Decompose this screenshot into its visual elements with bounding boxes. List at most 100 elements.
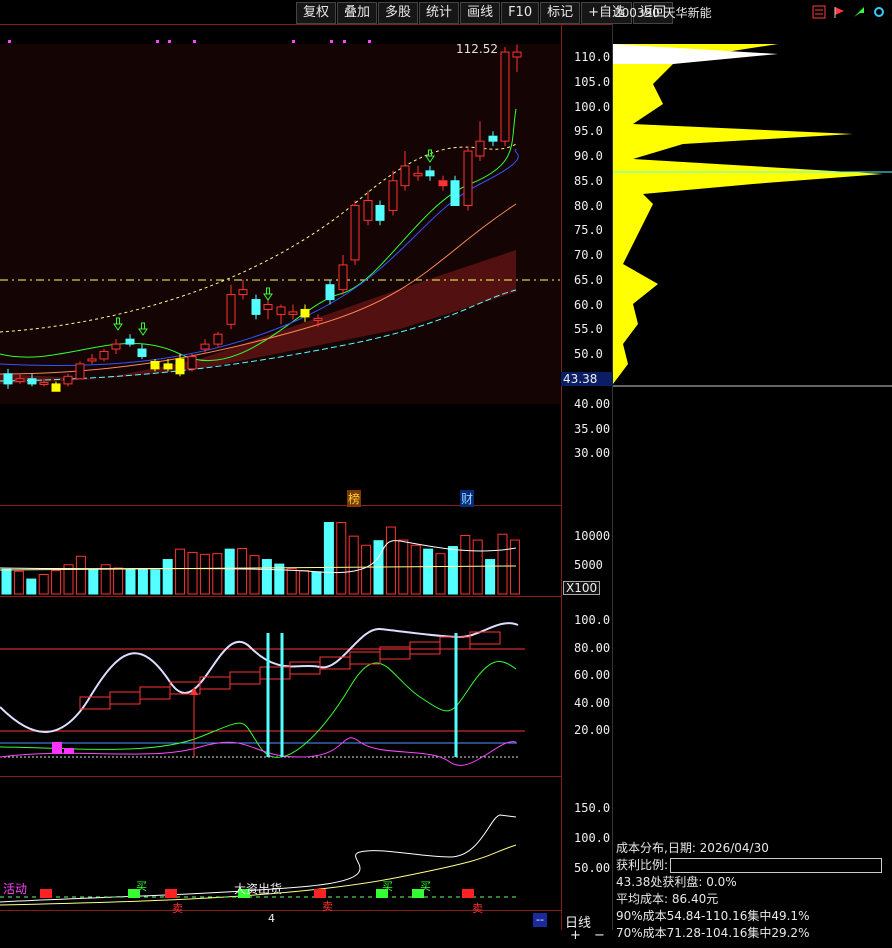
signal-block <box>165 889 177 898</box>
volume-bar <box>249 555 260 595</box>
volume-chart[interactable] <box>0 506 561 596</box>
candle-body <box>363 200 373 221</box>
high-price-label: 112.52 <box>456 42 498 56</box>
trend-box <box>109 691 141 705</box>
trend-box <box>349 651 381 665</box>
candle-body <box>413 172 423 177</box>
signal-block <box>462 889 474 898</box>
price-tick-label: 110.0 <box>574 50 611 64</box>
volume-bar <box>224 548 235 595</box>
chart-grid-icon[interactable] <box>812 5 826 19</box>
cost-profile <box>613 44 883 384</box>
dashes-button[interactable]: -- <box>533 913 547 927</box>
sell-label-1: 卖 <box>172 902 183 915</box>
volume-bar <box>88 569 99 595</box>
signal-dot <box>193 40 196 43</box>
signal-block <box>314 889 326 898</box>
current-price-tag: 43.38 <box>561 372 613 386</box>
sell-label-2: 卖 <box>322 900 333 913</box>
kdj-pink-bar <box>64 748 74 754</box>
candle-body <box>187 355 197 370</box>
candle-body <box>463 150 473 207</box>
signal-dot <box>330 40 333 43</box>
candle-body <box>475 140 485 157</box>
candle-body <box>288 311 298 315</box>
candle-body <box>200 343 210 350</box>
candle-body <box>388 180 398 211</box>
volume-tick-label: 5000 <box>574 558 603 572</box>
kdj-d-line <box>0 737 517 766</box>
date-marker: 4 <box>268 912 275 925</box>
candle-body <box>3 373 13 385</box>
restore-rights-button[interactable]: 复权 <box>296 2 337 24</box>
candle-body <box>125 338 135 345</box>
volume-bar <box>26 578 37 595</box>
finance-marker[interactable]: 财 <box>460 490 475 507</box>
stock-title: 300390 天华新能 <box>614 6 712 20</box>
zoom-out-button[interactable]: − <box>594 928 605 943</box>
kdj-tick-label: 100.0 <box>574 613 611 627</box>
volume-bar <box>237 548 248 595</box>
volume-bar <box>311 571 322 595</box>
kdj-tick-label: 40.00 <box>574 695 611 710</box>
volume-bar <box>336 522 347 595</box>
candle-body <box>350 205 360 261</box>
volume-tick-label: 10000 <box>574 529 611 543</box>
kdj-pink-bar <box>52 742 62 754</box>
signal-block <box>40 889 52 898</box>
volume-bar <box>423 548 434 595</box>
volume-bar <box>125 568 136 595</box>
candle-body <box>450 180 460 206</box>
kdj-tick-label: 20.00 <box>574 723 611 738</box>
flow-tick-label: 50.00 <box>574 861 611 875</box>
cost-title: 成本分布,日期: 2026/04/30 <box>616 841 769 855</box>
price-tick-label: 60.0 <box>574 297 603 312</box>
arrow-icon[interactable] <box>852 5 866 19</box>
kdj-chart[interactable] <box>0 597 561 776</box>
profit-ratio-label: 获利比例: <box>616 858 669 872</box>
volume-bar <box>199 553 210 595</box>
signal-dot <box>343 40 346 43</box>
cost-distribution-chart <box>613 44 892 387</box>
draw-line-button[interactable]: 画线 <box>460 2 501 24</box>
profit-ratio-bar <box>670 858 883 873</box>
volume-bar <box>51 570 62 595</box>
candlestick-chart[interactable] <box>0 24 561 505</box>
ranking-marker[interactable]: 榜 <box>347 490 362 507</box>
volume-bar <box>410 544 421 595</box>
volume-bar <box>212 553 223 595</box>
candle-body <box>27 378 37 385</box>
candle-body <box>238 289 248 296</box>
cost-70: 70%成本71.28-104.16集中29.2% <box>616 926 810 940</box>
signal-dot <box>168 40 171 43</box>
volume-bar <box>323 522 334 595</box>
statistics-button[interactable]: 统计 <box>419 2 460 24</box>
volume-bar <box>274 563 285 595</box>
candle-body <box>338 264 348 291</box>
trend-box <box>409 641 441 655</box>
price-tick-label: 30.00 <box>574 446 611 460</box>
volume-bar <box>435 553 446 595</box>
price-tick-label: 35.00 <box>574 421 611 436</box>
candle-body <box>75 363 85 380</box>
candle-body <box>39 381 49 385</box>
volume-unit-label: X100 <box>563 581 601 595</box>
f10-button[interactable]: F10 <box>501 2 540 24</box>
trend-box <box>259 666 291 680</box>
price-tick-label: 85.0 <box>574 173 603 188</box>
volume-bar <box>113 567 124 595</box>
cost-90: 90%成本54.84-110.16集中49.1% <box>616 909 810 923</box>
volume-bar <box>187 551 198 595</box>
multi-stock-button[interactable]: 多股 <box>378 2 419 24</box>
price-tick-label: 55.0 <box>574 322 603 337</box>
mark-button[interactable]: 标记 <box>540 2 581 24</box>
price-tick-label: 65.0 <box>574 272 603 287</box>
volume-bar <box>38 574 49 595</box>
flag-icon[interactable] <box>832 5 846 19</box>
top-right-icons <box>812 5 886 19</box>
gear-icon[interactable] <box>872 5 886 19</box>
volume-bar <box>472 539 483 595</box>
price-tick-label: 90.0 <box>574 149 603 163</box>
zoom-in-button[interactable]: + <box>570 928 581 943</box>
overlay-button[interactable]: 叠加 <box>337 2 378 24</box>
